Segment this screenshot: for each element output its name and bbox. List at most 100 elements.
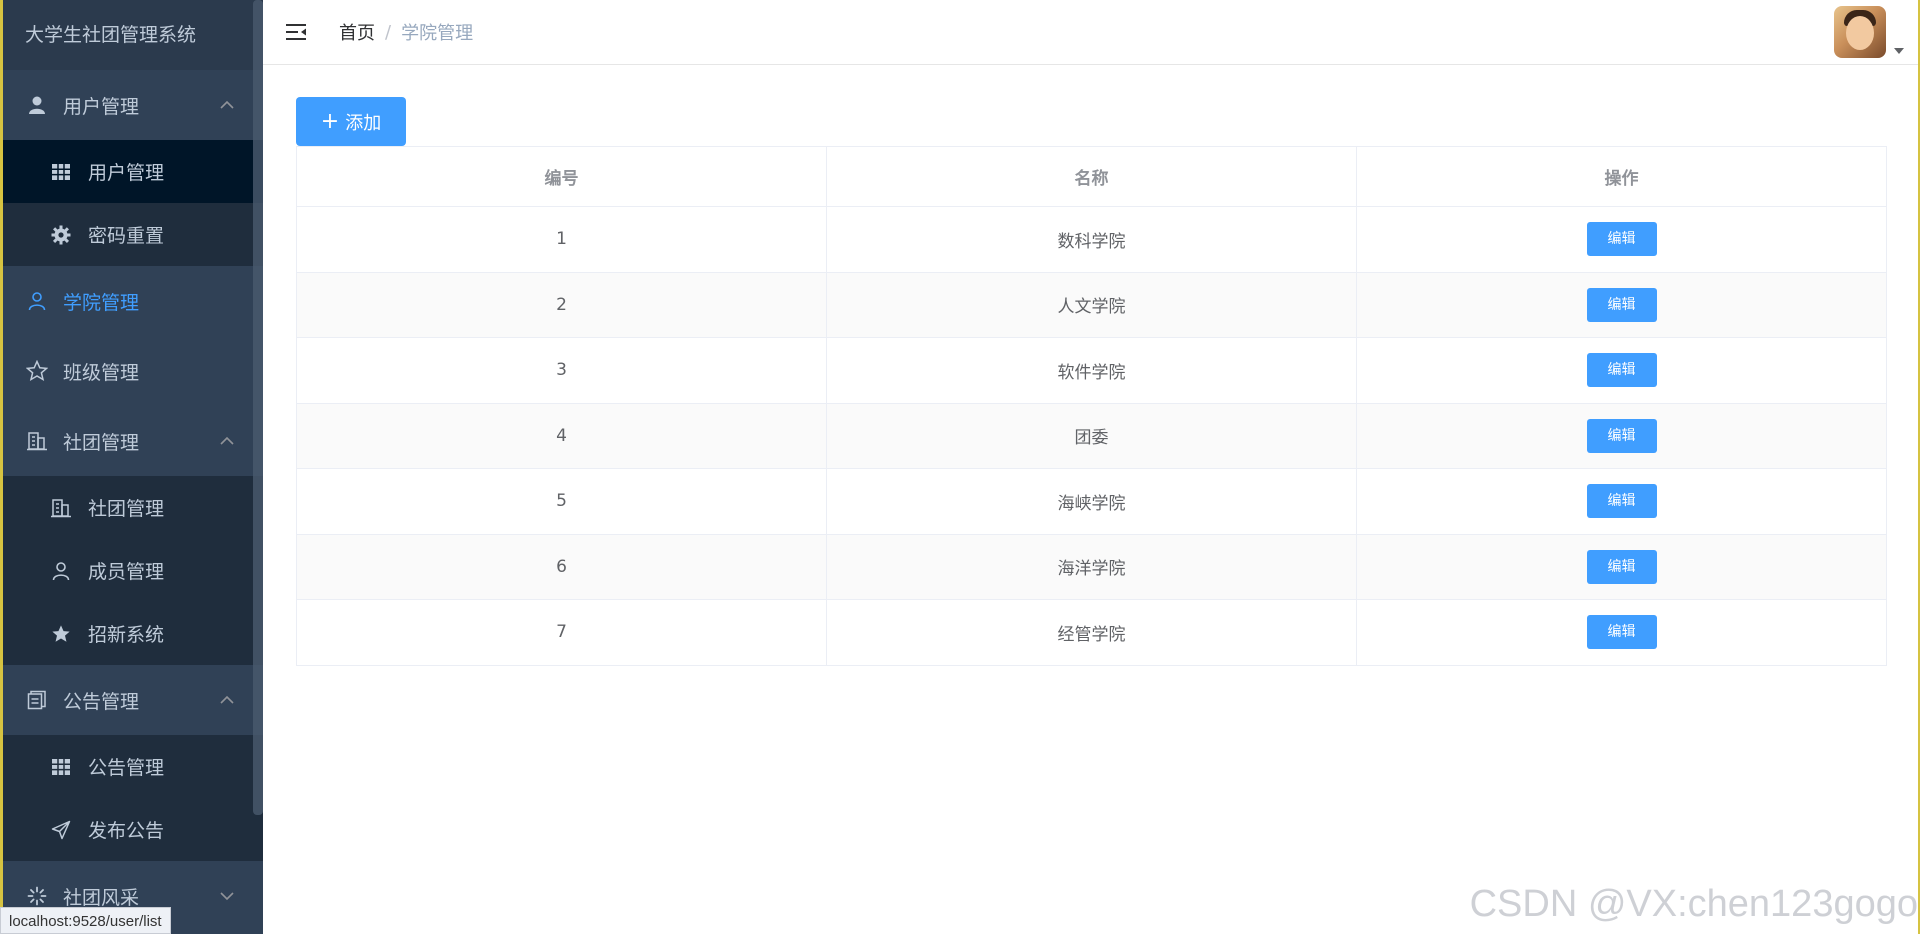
- grid-icon: [48, 159, 74, 185]
- edit-button[interactable]: 编辑: [1586, 222, 1657, 257]
- document-icon: [23, 686, 51, 714]
- gear-icon: [48, 222, 74, 248]
- building-icon: [23, 427, 51, 455]
- breadcrumb-home[interactable]: 首页: [339, 19, 375, 45]
- menu-label: 用户管理: [63, 95, 140, 118]
- submenu-user: 用户管理 密码重置: [3, 140, 263, 266]
- cell-action: 编辑: [1356, 337, 1887, 404]
- avatar[interactable]: [1834, 6, 1886, 58]
- table-row: 5 海峡学院 编辑: [296, 468, 1887, 535]
- cell-action: 编辑: [1356, 402, 1887, 469]
- chevron-down-icon: [219, 888, 235, 904]
- table-row: 2 人文学院 编辑: [296, 271, 1887, 338]
- cell-action: 编辑: [1356, 271, 1887, 338]
- cell-name: 经管学院: [826, 599, 1357, 666]
- edit-button[interactable]: 编辑: [1586, 484, 1657, 519]
- edit-button[interactable]: 编辑: [1586, 353, 1657, 388]
- college-table: 编号 名称 操作 1 数科学院 编辑 2 人文学院 编辑 3 软件学院 编辑 4…: [296, 146, 1887, 666]
- cell-name: 人文学院: [826, 271, 1357, 338]
- breadcrumb: 首页 / 学院管理: [339, 19, 473, 45]
- user-dropdown[interactable]: [1834, 6, 1904, 58]
- sidebar-item-label: 用户管理: [88, 162, 165, 184]
- table-header-row: 编号 名称 操作: [296, 146, 1887, 207]
- column-header-action: 操作: [1356, 146, 1887, 207]
- main-content: + 添加 编号 名称 操作 1 数科学院 编辑 2 人文学院 编辑 3 软件学院…: [263, 66, 1920, 934]
- user-solid-icon: [23, 91, 51, 119]
- add-button[interactable]: + 添加: [296, 97, 406, 146]
- chevron-up-icon: [219, 433, 235, 449]
- cell-action: 编辑: [1356, 533, 1887, 600]
- table-row: 6 海洋学院 编辑: [296, 533, 1887, 600]
- sidebar-item-label: 招新系统: [88, 624, 165, 646]
- cell-id: 2: [296, 271, 827, 338]
- add-button-label: 添加: [345, 112, 382, 134]
- grid-icon: [48, 754, 74, 780]
- breadcrumb-current: 学院管理: [401, 23, 474, 44]
- menu-class-management[interactable]: 班级管理: [3, 336, 263, 406]
- table-row: 1 数科学院 编辑: [296, 206, 1887, 273]
- loading-icon: [23, 882, 51, 910]
- table-row: 4 团委 编辑: [296, 402, 1887, 469]
- cell-action: 编辑: [1356, 468, 1887, 535]
- chevron-up-icon: [219, 692, 235, 708]
- cell-action: 编辑: [1356, 206, 1887, 273]
- sidebar-item-label: 密码重置: [88, 225, 165, 247]
- sidebar-item-recruitment[interactable]: 招新系统: [3, 602, 263, 665]
- cell-id: 6: [296, 533, 827, 600]
- sidebar-item-label: 发布公告: [88, 820, 165, 842]
- cell-action: 编辑: [1356, 599, 1887, 666]
- column-header-id: 编号: [296, 146, 827, 207]
- cell-name: 数科学院: [826, 206, 1357, 273]
- star-solid-icon: [48, 621, 74, 647]
- sidebar-item-password-reset[interactable]: 密码重置: [3, 203, 263, 266]
- sidebar-item-label: 社团管理: [88, 498, 165, 520]
- sidebar-item-label: 公告管理: [88, 757, 165, 779]
- menu-label: 公告管理: [63, 690, 140, 713]
- sidebar-item-announcement-management[interactable]: 公告管理: [3, 735, 263, 798]
- sidebar: 大学生社团管理系统 用户管理 用户管理 密码重置 学院管理 班级管理 社团管理 …: [0, 0, 263, 934]
- table-row: 7 经管学院 编辑: [296, 599, 1887, 666]
- status-bar-url: localhost:9528/user/list: [0, 907, 171, 934]
- menu-label: 社团管理: [63, 431, 140, 454]
- sidebar-item-club-management[interactable]: 社团管理: [3, 476, 263, 539]
- submenu-club: 社团管理 成员管理 招新系统: [3, 476, 263, 665]
- sidebar-item-member-management[interactable]: 成员管理: [3, 539, 263, 602]
- breadcrumb-separator: /: [385, 21, 392, 43]
- cell-name: 海洋学院: [826, 533, 1357, 600]
- menu-user-management[interactable]: 用户管理: [3, 70, 263, 140]
- edit-button[interactable]: 编辑: [1586, 615, 1657, 650]
- edit-button[interactable]: 编辑: [1586, 418, 1657, 453]
- star-outline-icon: [23, 357, 51, 385]
- cell-name: 团委: [826, 402, 1357, 469]
- navbar: 首页 / 学院管理: [263, 0, 1920, 65]
- column-header-name: 名称: [826, 146, 1357, 207]
- menu-announcement-management[interactable]: 公告管理: [3, 665, 263, 735]
- cell-id: 7: [296, 599, 827, 666]
- menu-label: 班级管理: [63, 361, 140, 384]
- edit-button[interactable]: 编辑: [1586, 287, 1657, 322]
- cell-name: 软件学院: [826, 337, 1357, 404]
- cell-id: 1: [296, 206, 827, 273]
- cell-name: 海峡学院: [826, 468, 1357, 535]
- chevron-up-icon: [219, 97, 235, 113]
- building-icon: [48, 495, 74, 521]
- cell-id: 3: [296, 337, 827, 404]
- cell-id: 4: [296, 402, 827, 469]
- menu-label: 社团风采: [63, 886, 140, 909]
- edit-button[interactable]: 编辑: [1586, 549, 1657, 584]
- menu-club-management[interactable]: 社团管理: [3, 406, 263, 476]
- user-outline-icon: [48, 558, 74, 584]
- sidebar-item-label: 成员管理: [88, 561, 165, 583]
- sidebar-item-user-management[interactable]: 用户管理: [3, 140, 263, 203]
- user-outline-icon: [23, 287, 51, 315]
- caret-down-icon: [1894, 48, 1904, 54]
- table-row: 3 软件学院 编辑: [296, 337, 1887, 404]
- watermark: CSDN @VX:chen123gogo: [1469, 883, 1918, 925]
- cell-id: 5: [296, 468, 827, 535]
- menu-college-management[interactable]: 学院管理: [3, 266, 263, 336]
- plus-icon: +: [320, 108, 340, 134]
- hamburger-icon[interactable]: [283, 19, 309, 45]
- sidebar-scrollbar[interactable]: [253, 0, 263, 815]
- submenu-announcement: 公告管理 发布公告: [3, 735, 263, 861]
- sidebar-item-publish-announcement[interactable]: 发布公告: [3, 798, 263, 861]
